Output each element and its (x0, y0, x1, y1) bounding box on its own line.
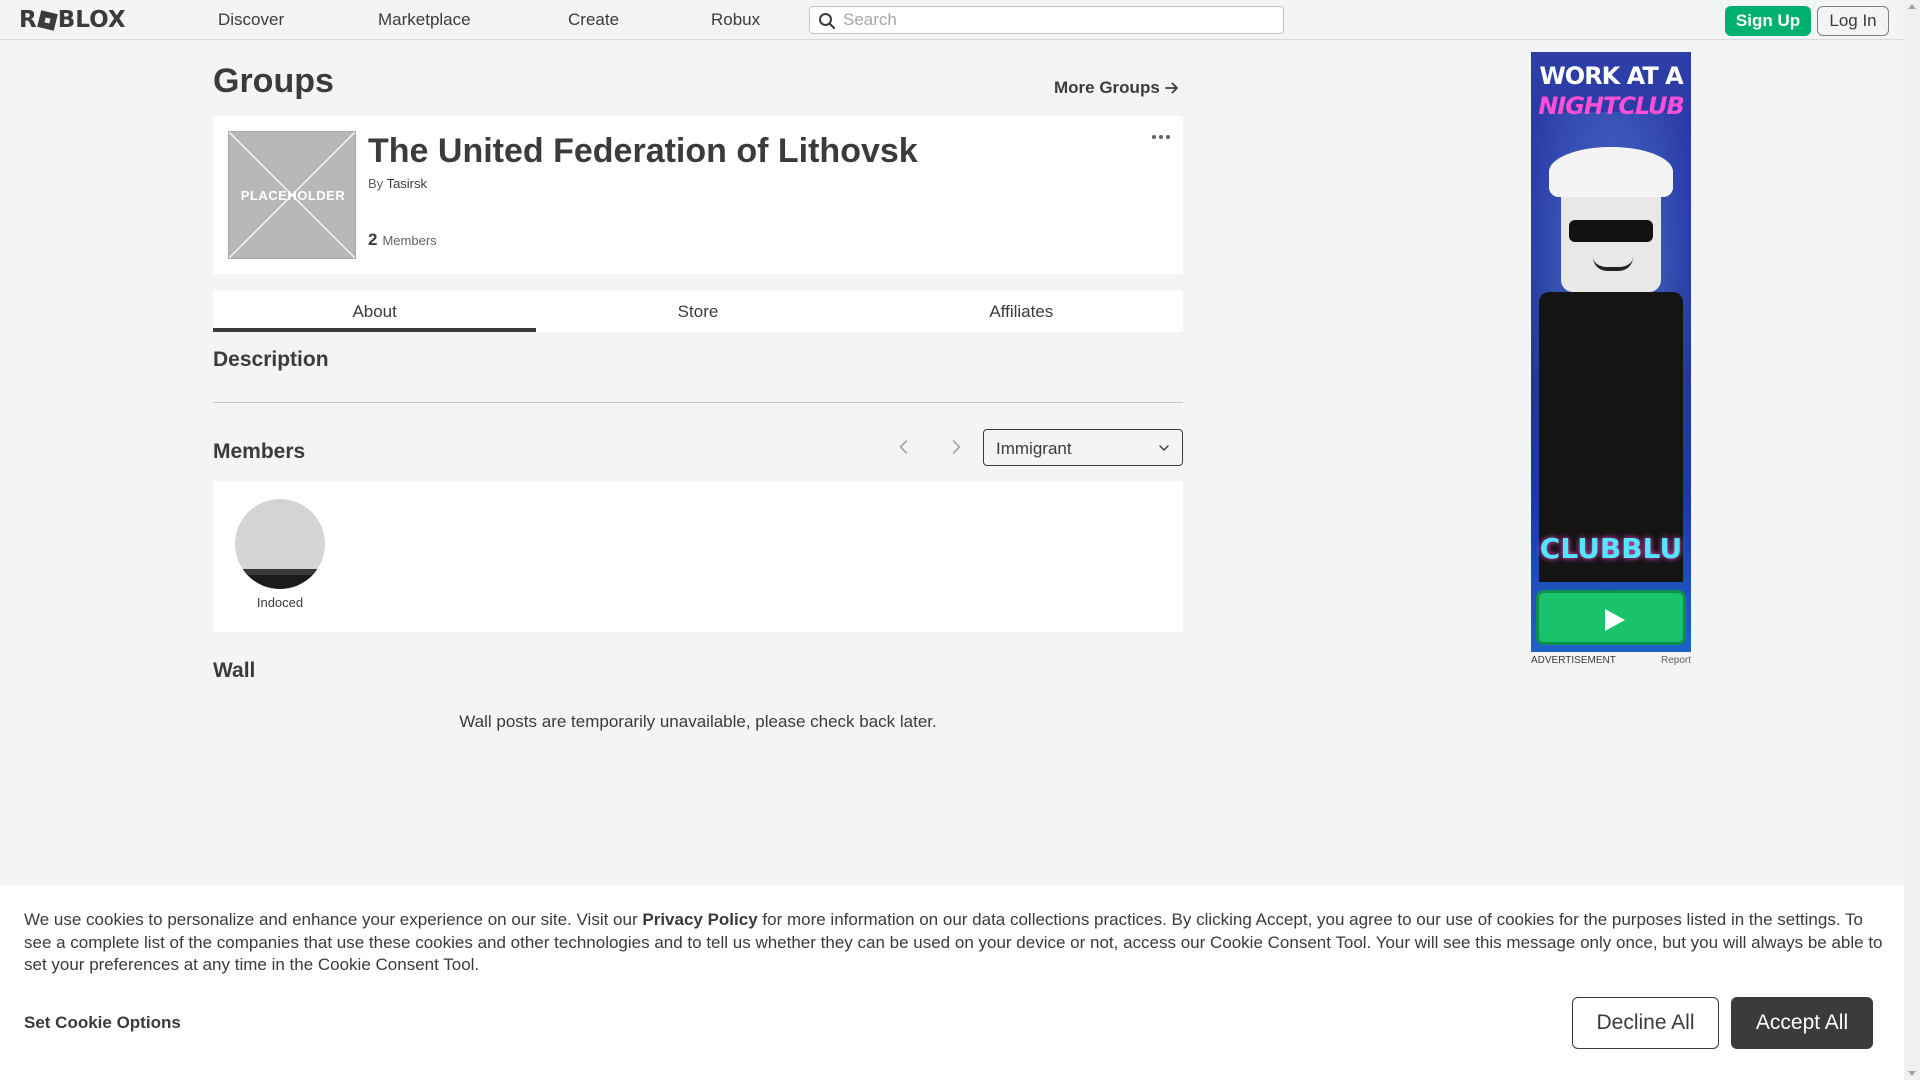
role-dropdown-value: Immigrant (996, 439, 1072, 458)
ad-label: ADVERTISEMENT (1531, 655, 1616, 666)
search-icon[interactable] (818, 12, 836, 30)
tab-affiliates[interactable]: Affiliates (860, 291, 1183, 332)
more-options-icon[interactable] (1150, 130, 1172, 144)
search-input[interactable] (843, 9, 1273, 31)
cookie-text-before: We use cookies to personalize and enhanc… (24, 910, 643, 929)
member-count-value: 2 (368, 230, 378, 249)
more-groups-link[interactable]: More Groups (1054, 78, 1179, 98)
play-icon (1605, 609, 1625, 631)
members-heading: Members (213, 440, 306, 463)
owner-link[interactable]: Tasirsk (387, 176, 427, 191)
scroll-up-icon[interactable] (1908, 4, 1916, 9)
cookie-consent-text: We use cookies to personalize and enhanc… (24, 909, 1884, 977)
privacy-policy-link[interactable]: Privacy Policy (642, 910, 757, 929)
ad-play-button[interactable] (1536, 590, 1686, 645)
group-tabs: About Store Affiliates (213, 291, 1183, 332)
emblem-placeholder-text: PLACEHOLDER (240, 188, 346, 203)
wall-unavailable-message: Wall posts are temporarily unavailable, … (459, 712, 937, 731)
search-box (809, 6, 1284, 34)
group-emblem: PLACEHOLDER (228, 131, 356, 259)
page-scrollbar[interactable] (1904, 0, 1920, 1080)
ad-character-hat-brim (1549, 147, 1673, 197)
member-name: Indoced (256, 595, 304, 610)
ad-character-glasses (1569, 220, 1653, 242)
nav-link-discover[interactable]: Discover (218, 10, 284, 30)
wall-heading: Wall (213, 659, 256, 682)
chevron-down-icon (1159, 445, 1169, 451)
group-owner-line: By Tasirsk (368, 176, 427, 191)
ad-headline-2: NIGHTCLUB (1538, 92, 1685, 120)
page-title: Groups (213, 62, 334, 100)
member-count-label: Members (382, 233, 437, 248)
arrow-right-icon (1164, 82, 1178, 94)
tab-about[interactable]: About (213, 291, 537, 332)
advertisement-banner[interactable]: WORK AT A NIGHTCLUB CLUBBLU (1531, 52, 1691, 652)
log-in-button[interactable]: Log In (1817, 6, 1889, 36)
avatar (235, 499, 325, 589)
top-navigation-bar: R BLOX Discover Marketplace Create Robux … (0, 0, 1904, 40)
ad-headline-1: WORK AT A (1539, 62, 1683, 90)
group-name: The United Federation of Lithovsk (368, 132, 918, 170)
nav-link-create[interactable]: Create (568, 10, 619, 30)
nav-link-marketplace[interactable]: Marketplace (378, 10, 471, 30)
roblox-logo-o-icon (36, 9, 58, 31)
ad-report-link[interactable]: Report (1661, 655, 1691, 666)
group-header-card: PLACEHOLDER The United Federation of Lit… (213, 116, 1183, 274)
sign-up-button[interactable]: Sign Up (1725, 6, 1811, 36)
description-heading: Description (213, 348, 329, 371)
accept-all-button[interactable]: Accept All (1731, 997, 1873, 1049)
nav-link-robux[interactable]: Robux (711, 10, 760, 30)
chevron-left-icon[interactable] (894, 437, 914, 457)
scroll-down-icon[interactable] (1908, 1071, 1916, 1076)
owner-prefix: By (368, 176, 384, 191)
ad-brand-logo: CLUBBLU (1539, 532, 1683, 565)
chevron-right-icon[interactable] (946, 437, 966, 457)
role-dropdown[interactable]: Immigrant (983, 429, 1183, 466)
roblox-logo[interactable]: R BLOX (19, 6, 126, 34)
set-cookie-options-link[interactable]: Set Cookie Options (24, 1013, 181, 1033)
member-card[interactable]: Indoced (235, 499, 325, 610)
cookie-consent-banner: We use cookies to personalize and enhanc… (0, 885, 1904, 1080)
tab-store[interactable]: Store (536, 291, 859, 332)
members-list: Indoced (213, 481, 1183, 632)
decline-all-button[interactable]: Decline All (1572, 997, 1719, 1049)
group-member-count: 2 Members (368, 230, 437, 250)
description-divider (213, 402, 1183, 403)
more-groups-label: More Groups (1054, 78, 1160, 97)
